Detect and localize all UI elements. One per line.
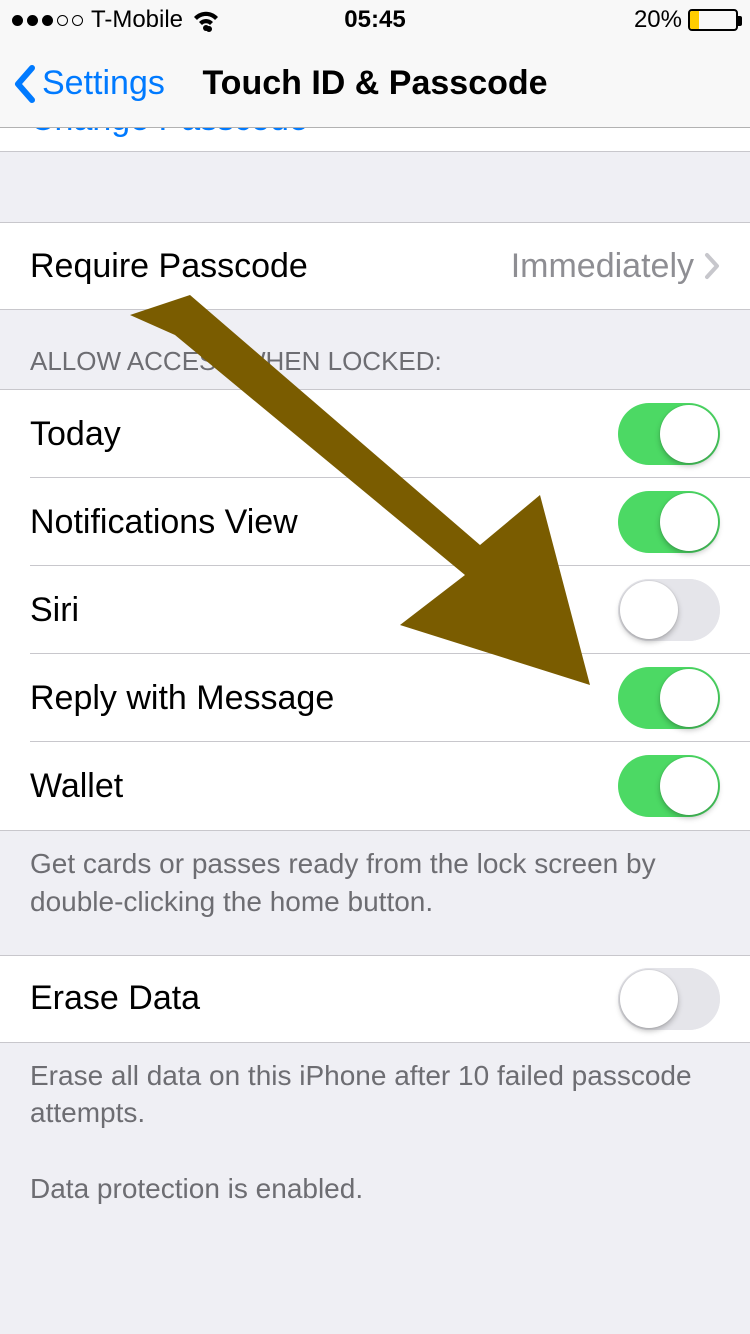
carrier-label: T-Mobile [91,6,183,34]
signal-strength-icon [12,15,83,26]
chevron-right-icon [704,252,720,280]
erase-data-footer-line1: Erase all data on this iPhone after 10 f… [30,1057,720,1133]
erase-data-footer: Erase all data on this iPhone after 10 f… [0,1043,750,1232]
toggle-label: Siri [30,591,79,630]
require-passcode-label: Require Passcode [30,247,308,286]
clock: 05:45 [344,6,405,34]
allow-access-footer: Get cards or passes ready from the lock … [0,831,750,945]
toggle-row-reply-with-message[interactable]: Reply with Message [0,654,750,742]
navigation-bar: Settings Touch ID & Passcode [0,40,750,128]
erase-data-row[interactable]: Erase Data [0,955,750,1043]
toggle-switch-siri[interactable] [618,579,720,641]
toggle-row-notifications-view[interactable]: Notifications View [0,478,750,566]
toggle-label: Reply with Message [30,679,334,718]
toggle-row-wallet[interactable]: Wallet [0,742,750,830]
toggle-switch-notifications-view[interactable] [618,491,720,553]
toggle-switch-wallet[interactable] [618,755,720,817]
toggle-label: Notifications View [30,503,298,542]
battery-icon [688,9,738,31]
back-button[interactable]: Settings [0,64,165,104]
chevron-left-icon [12,64,36,104]
allow-access-group: Today Notifications View Siri Reply with… [0,389,750,831]
toggle-row-siri[interactable]: Siri [0,566,750,654]
wifi-icon [191,8,221,32]
toggle-switch-erase-data[interactable] [618,968,720,1030]
toggle-label: Wallet [30,767,123,806]
erase-data-footer-line2: Data protection is enabled. [30,1170,720,1208]
toggle-row-today[interactable]: Today [0,390,750,478]
toggle-label: Today [30,415,121,454]
require-passcode-value: Immediately [511,247,694,286]
toggle-switch-reply-with-message[interactable] [618,667,720,729]
status-bar: T-Mobile 05:45 20% [0,0,750,40]
toggle-switch-today[interactable] [618,403,720,465]
erase-data-label: Erase Data [30,979,200,1018]
battery-percent: 20% [634,6,682,34]
back-label: Settings [42,64,165,103]
allow-access-header: Allow access when locked: [0,310,750,389]
change-passcode-link[interactable]: Change Passcode [30,128,308,139]
change-passcode-row[interactable]: Change Passcode [0,128,750,152]
require-passcode-row[interactable]: Require Passcode Immediately [0,222,750,310]
status-right: 20% [634,6,738,34]
status-left: T-Mobile [12,6,221,34]
